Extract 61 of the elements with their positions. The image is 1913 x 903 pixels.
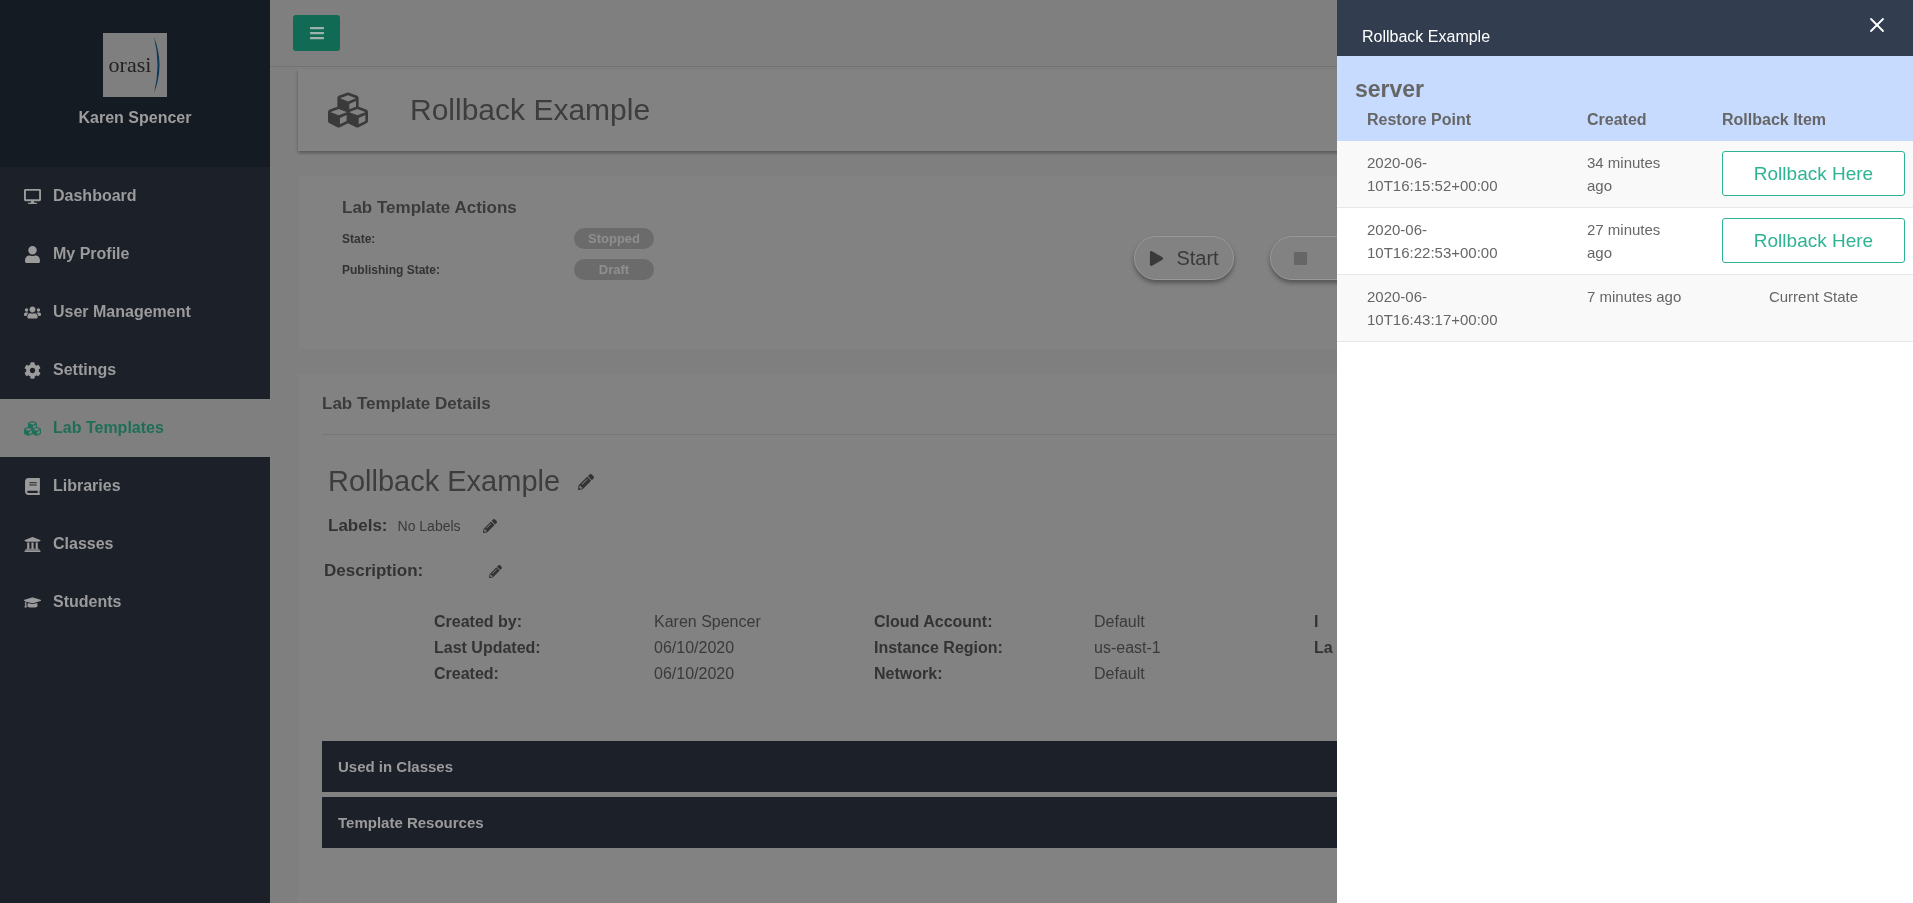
cubes-icon (328, 90, 368, 130)
info-label: Instance Region: (874, 639, 1004, 657)
column-header: Restore Point (1367, 111, 1472, 129)
play-icon (1149, 250, 1165, 266)
sidebar-item[interactable]: Students (0, 573, 270, 631)
sidebar-item[interactable]: Libraries (0, 457, 270, 515)
card-title: Lab Template Actions (342, 198, 518, 218)
info-value: Karen Spencer (654, 613, 762, 631)
sidebar-item[interactable]: Settings (0, 341, 270, 399)
info-label: I (1314, 613, 1320, 631)
section-header[interactable]: Used in Classes (322, 741, 1337, 792)
user-name: Karen Spencer (78, 109, 192, 127)
table-cell-text: 27 minutes ago (1587, 220, 1662, 263)
info-value: Default (1094, 613, 1146, 631)
table-cell-text: Current State (1767, 287, 1860, 307)
sidebar-item[interactable]: My Profile (0, 225, 270, 283)
logo: orasi (103, 33, 167, 97)
info-label: Network: (874, 665, 944, 683)
column-header: Rollback Item (1722, 111, 1828, 129)
section-header[interactable]: Template Resources (322, 797, 1337, 848)
table-cell-text: 2020-06-10T16:15:52+00:00 (1367, 153, 1499, 196)
bank-icon (24, 535, 41, 553)
user-icon (24, 245, 41, 263)
info-value: 06/10/2020 (654, 639, 736, 657)
sidebar-item[interactable]: Classes (0, 515, 270, 573)
info-label: Created: (434, 665, 500, 683)
page-title: Rollback Example (410, 93, 651, 127)
field-label: State: (342, 231, 377, 246)
monitor-icon (24, 187, 41, 205)
labels-value: No Labels (397, 518, 461, 534)
table-cell-text: 2020-06-10T16:43:17+00:00 (1367, 287, 1499, 330)
info-value: us-east-1 (1094, 639, 1162, 657)
info-label: Created by: (434, 613, 524, 631)
book-icon (24, 477, 41, 495)
sidebar-item[interactable]: Dashboard (0, 167, 270, 225)
menu-icon (308, 25, 325, 41)
description-label: Description: (324, 561, 424, 581)
pencil-icon[interactable] (482, 519, 497, 533)
table-cell-text: 2020-06-10T16:22:53+00:00 (1367, 220, 1499, 263)
group-title: server (1355, 76, 1426, 103)
gear-icon (24, 361, 41, 379)
start-button[interactable]: Start (1134, 236, 1234, 280)
info-label: La (1314, 639, 1333, 657)
info-label: Cloud Account: (874, 613, 994, 631)
sidebar-item[interactable]: User Management (0, 283, 270, 341)
pencil-icon[interactable] (489, 564, 503, 578)
cubes-icon (24, 419, 41, 437)
template-name: Rollback Example (328, 465, 561, 498)
info-value: Default (1094, 665, 1146, 683)
field-label: Publishing State: (342, 262, 441, 277)
card-title: Lab Template Details (322, 394, 492, 414)
info-value: 06/10/2020 (654, 665, 736, 683)
labels-label: Labels: (328, 516, 388, 536)
column-header: Created (1587, 111, 1648, 129)
table-cell-text: 7 minutes ago (1587, 287, 1683, 307)
pencil-icon[interactable] (578, 473, 595, 490)
info-label: Last Updated: (434, 639, 542, 657)
table-cell-text: 34 minutes ago (1587, 153, 1662, 196)
menu-button[interactable] (293, 15, 340, 51)
drawer-title: Rollback Example (1362, 28, 1491, 46)
stop-icon (1293, 250, 1308, 266)
